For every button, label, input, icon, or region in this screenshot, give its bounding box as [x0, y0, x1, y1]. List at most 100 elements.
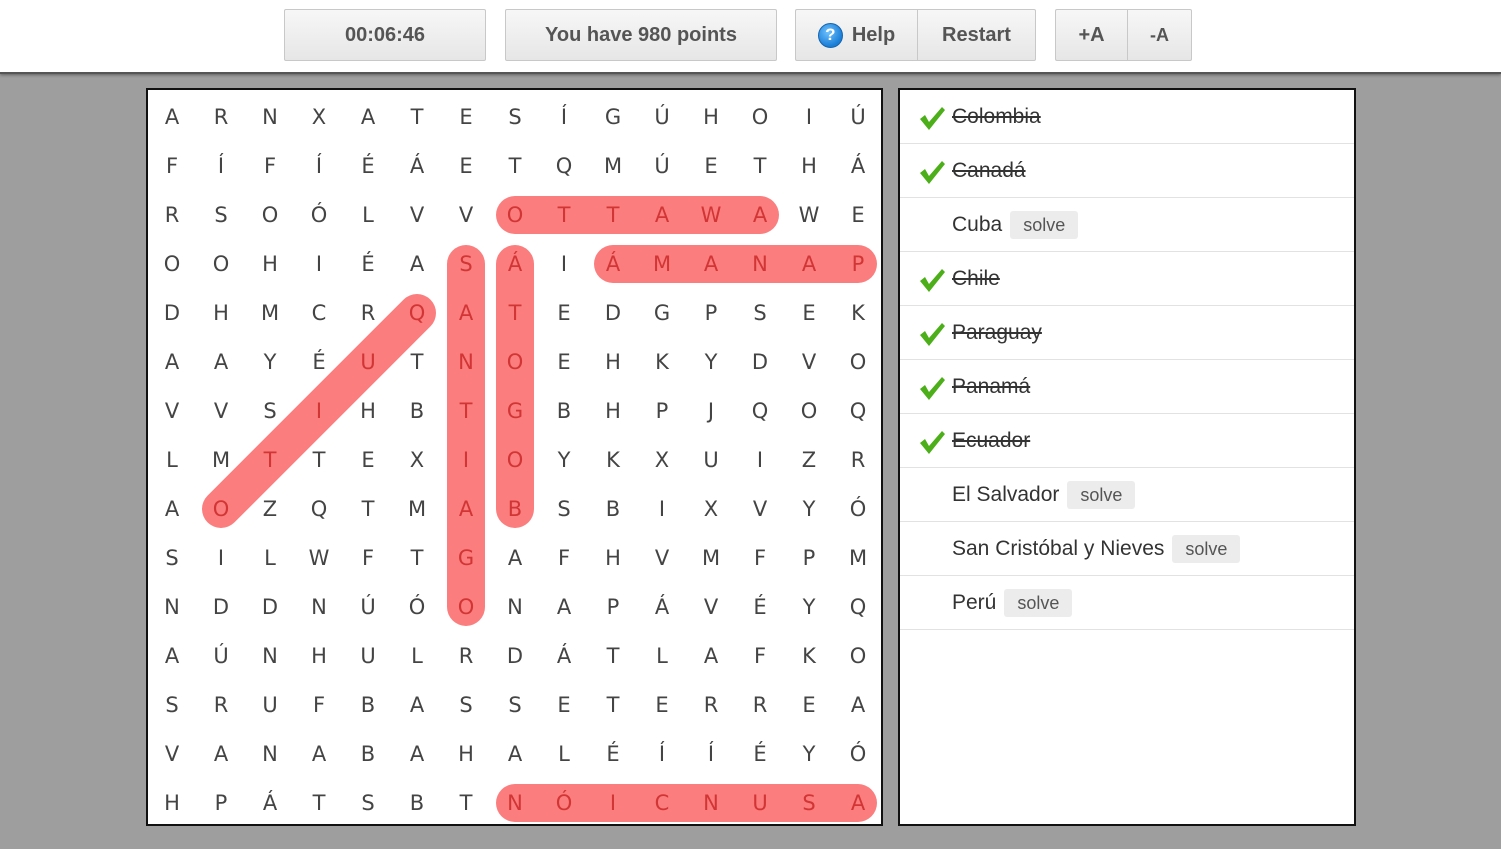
grid-cell[interactable]: F: [299, 690, 339, 720]
grid-cell[interactable]: B: [348, 739, 388, 769]
grid-cell[interactable]: A: [397, 690, 437, 720]
grid-cell[interactable]: E: [789, 690, 829, 720]
grid-cell[interactable]: A: [397, 739, 437, 769]
grid-cell[interactable]: B: [348, 690, 388, 720]
grid-cell[interactable]: A: [348, 102, 388, 132]
grid-cell[interactable]: A: [838, 788, 878, 818]
grid-cell[interactable]: Y: [691, 347, 731, 377]
grid-cell[interactable]: M: [691, 543, 731, 573]
grid-cell[interactable]: E: [348, 445, 388, 475]
grid-cell[interactable]: R: [348, 298, 388, 328]
grid-cell[interactable]: H: [691, 102, 731, 132]
grid-cell[interactable]: K: [642, 347, 682, 377]
solve-button[interactable]: solve: [1067, 481, 1136, 510]
grid-cell[interactable]: Ó: [299, 200, 339, 230]
grid-cell[interactable]: I: [642, 494, 682, 524]
grid-cell[interactable]: B: [593, 494, 633, 524]
grid-cell[interactable]: S: [152, 543, 192, 573]
grid-cell[interactable]: I: [789, 102, 829, 132]
grid-cell[interactable]: O: [838, 641, 878, 671]
grid-cell[interactable]: T: [348, 494, 388, 524]
grid-cell[interactable]: P: [593, 592, 633, 622]
grid-cell[interactable]: X: [642, 445, 682, 475]
grid-cell[interactable]: S: [348, 788, 388, 818]
grid-cell[interactable]: É: [348, 151, 388, 181]
grid-cell[interactable]: T: [495, 298, 535, 328]
grid-cell[interactable]: Q: [397, 298, 437, 328]
grid-cell[interactable]: T: [397, 102, 437, 132]
grid-cell[interactable]: A: [152, 102, 192, 132]
grid-cell[interactable]: Y: [789, 592, 829, 622]
grid-cell[interactable]: U: [691, 445, 731, 475]
grid-cell[interactable]: Á: [544, 641, 584, 671]
grid-cell[interactable]: O: [495, 200, 535, 230]
grid-cell[interactable]: I: [201, 543, 241, 573]
grid-cell[interactable]: V: [789, 347, 829, 377]
grid-cell[interactable]: É: [740, 592, 780, 622]
grid-cell[interactable]: O: [495, 445, 535, 475]
font-decrease-button[interactable]: -A: [1127, 9, 1192, 61]
grid-cell[interactable]: T: [593, 200, 633, 230]
grid-cell[interactable]: V: [691, 592, 731, 622]
grid-cell[interactable]: Í: [544, 102, 584, 132]
grid-cell[interactable]: N: [446, 347, 486, 377]
grid-cell[interactable]: A: [201, 347, 241, 377]
grid-cell[interactable]: Ú: [348, 592, 388, 622]
grid-cell[interactable]: Q: [299, 494, 339, 524]
grid-cell[interactable]: G: [446, 543, 486, 573]
grid-cell[interactable]: H: [348, 396, 388, 426]
grid-cell[interactable]: F: [152, 151, 192, 181]
grid-cell[interactable]: V: [152, 739, 192, 769]
grid-cell[interactable]: V: [740, 494, 780, 524]
grid-cell[interactable]: É: [740, 739, 780, 769]
grid-cell[interactable]: O: [250, 200, 290, 230]
grid-cell[interactable]: G: [495, 396, 535, 426]
grid-cell[interactable]: N: [250, 739, 290, 769]
grid-cell[interactable]: T: [495, 151, 535, 181]
grid-cell[interactable]: Ú: [642, 151, 682, 181]
grid-cell[interactable]: Á: [642, 592, 682, 622]
grid-cell[interactable]: T: [397, 543, 437, 573]
grid-cell[interactable]: R: [691, 690, 731, 720]
grid-cell[interactable]: H: [152, 788, 192, 818]
grid-cell[interactable]: B: [495, 494, 535, 524]
grid-cell[interactable]: Ú: [642, 102, 682, 132]
grid-cell[interactable]: A: [642, 200, 682, 230]
grid-cell[interactable]: B: [397, 788, 437, 818]
grid-cell[interactable]: D: [250, 592, 290, 622]
help-button[interactable]: ? Help: [795, 9, 917, 61]
grid-cell[interactable]: Á: [250, 788, 290, 818]
grid-cell[interactable]: T: [446, 788, 486, 818]
grid-cell[interactable]: B: [397, 396, 437, 426]
grid-cell[interactable]: Q: [740, 396, 780, 426]
grid-cell[interactable]: C: [299, 298, 339, 328]
grid-cell[interactable]: J: [691, 396, 731, 426]
grid-cell[interactable]: Y: [789, 739, 829, 769]
grid-cell[interactable]: Ó: [544, 788, 584, 818]
grid-cell[interactable]: S: [250, 396, 290, 426]
grid-cell[interactable]: I: [299, 396, 339, 426]
restart-button[interactable]: Restart: [917, 9, 1036, 61]
grid-cell[interactable]: M: [838, 543, 878, 573]
grid-cell[interactable]: S: [446, 249, 486, 279]
grid-cell[interactable]: C: [642, 788, 682, 818]
grid-cell[interactable]: N: [691, 788, 731, 818]
grid-cell[interactable]: A: [691, 641, 731, 671]
grid-cell[interactable]: U: [348, 347, 388, 377]
grid-cell[interactable]: M: [250, 298, 290, 328]
grid-cell[interactable]: F: [740, 543, 780, 573]
grid-cell[interactable]: N: [495, 592, 535, 622]
grid-cell[interactable]: A: [446, 494, 486, 524]
grid-cell[interactable]: R: [740, 690, 780, 720]
grid-cell[interactable]: O: [789, 396, 829, 426]
grid-cell[interactable]: P: [789, 543, 829, 573]
grid-cell[interactable]: Á: [593, 249, 633, 279]
grid-cell[interactable]: M: [593, 151, 633, 181]
grid-cell[interactable]: D: [201, 592, 241, 622]
grid-cell[interactable]: A: [152, 347, 192, 377]
grid-cell[interactable]: V: [446, 200, 486, 230]
grid-cell[interactable]: Á: [397, 151, 437, 181]
grid-cell[interactable]: E: [789, 298, 829, 328]
grid-cell[interactable]: P: [691, 298, 731, 328]
grid-cell[interactable]: H: [201, 298, 241, 328]
